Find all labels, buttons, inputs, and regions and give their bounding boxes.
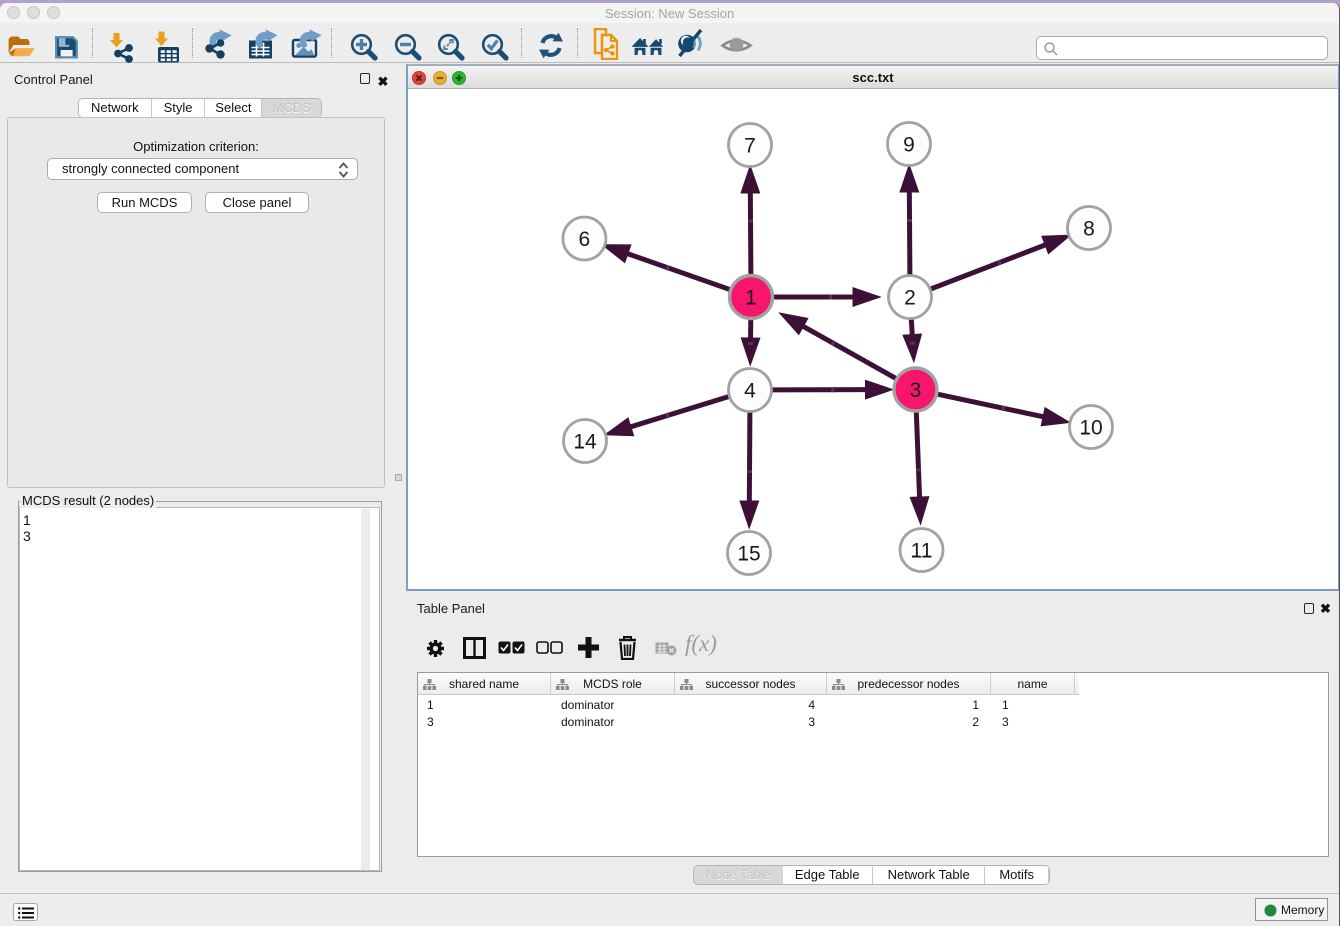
svg-text:4: 4 [744, 380, 756, 403]
svg-text:1: 1 [745, 287, 757, 310]
svg-text:11: 11 [911, 540, 933, 563]
svg-text:3: 3 [910, 379, 922, 402]
svg-text:14: 14 [573, 431, 597, 454]
svg-text:f(x): f(x) [685, 631, 717, 656]
svg-text:7: 7 [744, 135, 756, 158]
svg-text:9: 9 [903, 134, 915, 157]
svg-text:8: 8 [1083, 218, 1095, 241]
svg-text:15: 15 [737, 543, 760, 566]
svg-text:10: 10 [1079, 417, 1102, 440]
svg-text:2: 2 [904, 287, 916, 310]
svg-text:6: 6 [579, 228, 591, 251]
